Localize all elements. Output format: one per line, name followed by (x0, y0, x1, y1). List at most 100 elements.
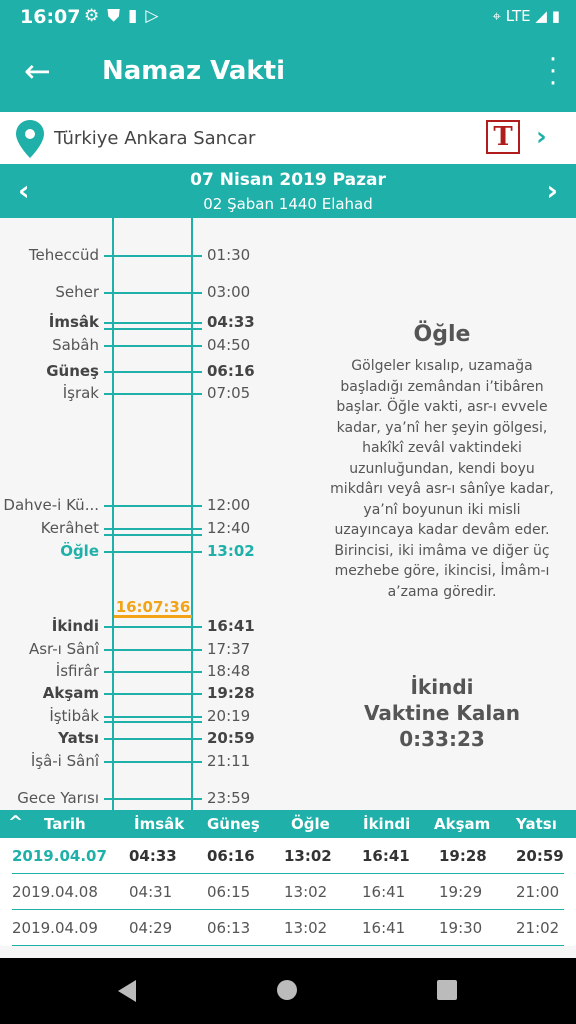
cell-yatsi: 21:02 (516, 919, 560, 937)
timeline-row-time: 20:59 (207, 729, 255, 747)
timeline-row-time: 03:00 (207, 283, 251, 301)
timeline-tick (104, 322, 202, 324)
timeline-row-name: Sabâh (52, 336, 99, 354)
remaining-value: 0:33:23 (399, 727, 485, 751)
location-bar[interactable]: Türkiye Ankara Sancar T › (0, 112, 576, 164)
current-time-marker (114, 615, 192, 618)
timeline-row: İkindi 16:41 (0, 617, 260, 637)
timeline-row: Güneş 06:16 (0, 362, 260, 382)
timeline-tick (104, 371, 202, 373)
timeline-row-time: 04:33 (207, 313, 255, 331)
overflow-menu-icon[interactable]: · · · (548, 47, 558, 97)
timeline-row-time: 16:41 (207, 617, 255, 635)
date-bar: ‹ 07 Nisan 2019 Pazar 02 Şaban 1440 Elah… (0, 164, 576, 218)
timeline-tick (104, 345, 202, 347)
cell-aksam: 19:30 (439, 919, 483, 937)
timeline-tick (104, 534, 202, 536)
timeline-row-time: 06:16 (207, 362, 255, 380)
timeline-row: Asr-ı Sânî 17:37 (0, 640, 260, 660)
gregorian-date: 07 Nisan 2019 Pazar (190, 170, 386, 190)
cell-ogle: 13:02 (284, 919, 328, 937)
timeline-row-name: Gece Yarısı (17, 789, 99, 807)
table-header[interactable]: ^ Tarih İmsâk Güneş Öğle İkindi Akşam Ya… (0, 810, 576, 838)
status-notification-icons: ⚙⛊▮▷ (84, 6, 167, 26)
timeline-row-name: Kerâhet (40, 519, 99, 537)
timeline-row-time: 21:11 (207, 752, 251, 770)
timeline-row: Gece Yarısı 23:59 (0, 789, 260, 809)
cell-gunes: 06:13 (207, 919, 251, 937)
chevron-up-icon[interactable]: ^ (8, 812, 23, 833)
table-row[interactable]: 2019.04.07 04:33 06:16 13:02 16:41 19:28 20:59 (0, 838, 576, 874)
col-header-date: Tarih (44, 815, 86, 833)
timeline-row: Kerâhet 12:40 (0, 519, 260, 539)
timeline-row-name: İşâ-i Sânî (30, 752, 99, 770)
timeline-row: Dahve-i Kü... 12:00 (0, 496, 260, 516)
chevron-right-icon[interactable]: › (536, 122, 547, 152)
timeline-row-name: Asr-ı Sânî (28, 640, 99, 658)
timeline-row-time: 20:19 (207, 707, 251, 725)
cell-gunes: 06:16 (207, 847, 255, 865)
cell-imsak: 04:29 (129, 919, 173, 937)
timeline-row-time: 18:48 (207, 662, 251, 680)
col-header-yatsi: Yatsı (516, 815, 557, 833)
timeline-tick (104, 761, 202, 763)
col-header-aksam: Akşam (434, 815, 491, 833)
cell-ogle: 13:02 (284, 883, 328, 901)
timeline-row-time: 12:00 (207, 496, 251, 514)
timeline-tick (104, 798, 202, 800)
timeline-row-time: 17:37 (207, 640, 251, 658)
nav-home-icon[interactable] (277, 980, 297, 1000)
timeline-row-name: Seher (55, 283, 99, 301)
cell-aksam: 19:28 (439, 847, 487, 865)
cell-ikindi: 16:41 (362, 883, 406, 901)
status-right-icons: ⌖ LTE ◢ ▮ (492, 7, 560, 25)
col-header-gunes: Güneş (207, 815, 260, 833)
current-time-label: 16:07:36 (115, 598, 191, 616)
remaining-line1: İkindi (410, 675, 474, 699)
timeline-tick (104, 738, 202, 740)
cell-aksam: 19:29 (439, 883, 483, 901)
timeline-row: Seher 03:00 (0, 283, 260, 303)
status-time: 16:07 (20, 6, 81, 28)
app-bar: ← Namaz Vakti · · · (0, 34, 576, 112)
timeline-row-time: 01:30 (207, 246, 251, 264)
timeline-row-name: Akşam (42, 684, 99, 702)
timeline-tick (104, 551, 202, 553)
timeline-row-time: 07:05 (207, 384, 251, 402)
cell-gunes: 06:15 (207, 883, 251, 901)
timeline-row: Teheccüd 01:30 (0, 246, 260, 266)
cell-imsak: 04:33 (129, 847, 177, 865)
cell-ogle: 13:02 (284, 847, 332, 865)
back-arrow-icon[interactable]: ← (24, 52, 51, 90)
system-nav-bar (0, 958, 576, 1024)
timeline-row-name: İştibâk (49, 707, 99, 725)
timeline-tick (104, 292, 202, 294)
timeline-row-name: Dahve-i Kü... (3, 496, 99, 514)
prayer-timeline: Teheccüd 01:30 Seher 03:00 İmsâk 04:33 Sabâh 04… (0, 218, 576, 810)
cell-imsak: 04:31 (129, 883, 173, 901)
timeline-tick (104, 255, 202, 257)
next-day-icon[interactable]: › (546, 174, 558, 207)
page-title: Namaz Vakti (102, 56, 286, 86)
signal-icon: ◢ (535, 7, 547, 25)
table-row[interactable]: 2019.04.09 04:29 06:13 13:02 16:41 19:30 21:02 (0, 910, 576, 946)
location-pin-icon (16, 120, 44, 162)
remaining-line2: Vaktine Kalan (364, 701, 520, 725)
nav-recents-icon[interactable] (437, 980, 457, 1000)
col-header-ogle: Öğle (291, 815, 330, 833)
cell-date: 2019.04.09 (12, 919, 98, 937)
table-row[interactable]: 2019.04.08 04:31 06:15 13:02 16:41 19:29 21:00 (0, 874, 576, 910)
battery-icon: ▮ (551, 7, 560, 25)
col-header-ikindi: İkindi (363, 815, 411, 833)
timeline-row-name: Öğle (60, 542, 99, 560)
cell-yatsi: 21:00 (516, 883, 560, 901)
network-label: LTE (505, 7, 531, 25)
timeline-row: İştibâk 20:19 (0, 707, 260, 727)
timeline-row: İşâ-i Sânî 21:11 (0, 752, 260, 772)
timeline-tick (104, 693, 202, 695)
location-status-icon: ⌖ (492, 7, 501, 25)
nav-back-icon[interactable] (118, 980, 136, 1002)
timeline-row-name: Yatsı (58, 729, 99, 747)
timeline-tick (104, 671, 202, 673)
timeline-row: İsfirâr 18:48 (0, 662, 260, 682)
